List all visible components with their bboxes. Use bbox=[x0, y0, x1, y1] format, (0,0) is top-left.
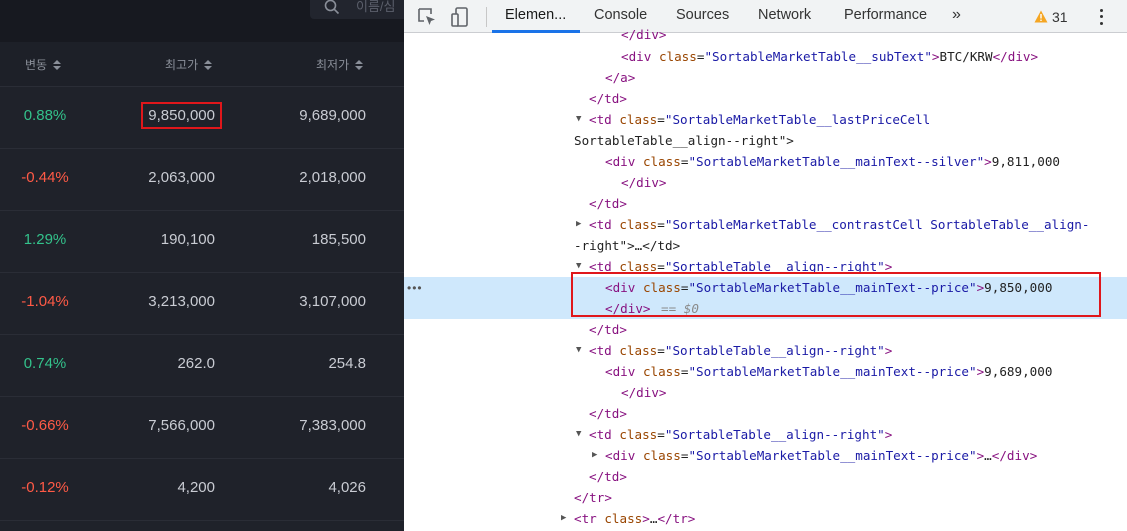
change-cell: -0.12% bbox=[21, 479, 69, 496]
dom-line[interactable]: </td> bbox=[404, 193, 1127, 214]
change-cell: 0.88% bbox=[23, 107, 67, 124]
dom-line[interactable]: SortableTable__align--right"> bbox=[404, 130, 1127, 151]
high-price-cell: 7,566,000 bbox=[148, 417, 215, 434]
elements-tree: </div> <div class="SortableMarketTable__… bbox=[404, 27, 1127, 531]
high-price-cell: 3,213,000 bbox=[148, 293, 215, 310]
sort-icon bbox=[53, 59, 62, 70]
sort-icon bbox=[204, 59, 213, 70]
dom-line-code: </td> bbox=[589, 322, 627, 337]
change-cell: -1.04% bbox=[21, 293, 69, 310]
table-row[interactable]: 0.74% 262.0 254.8 bbox=[0, 335, 404, 397]
market-table-panel: 이름/심 변동 최고가 최저가 0.88% 9,850,000 9,689,00… bbox=[0, 0, 404, 531]
dom-line-code: SortableTable__align--right"> bbox=[574, 133, 794, 148]
dom-line[interactable]: -right">…</td> bbox=[404, 235, 1127, 256]
dom-line-code: </tr> bbox=[574, 490, 612, 505]
dom-line[interactable]: <div class="SortableMarketTable__mainTex… bbox=[404, 361, 1127, 382]
table-row[interactable]: -1.04% 3,213,000 3,107,000 bbox=[0, 273, 404, 335]
node-actions-icon[interactable]: ••• bbox=[407, 281, 423, 295]
dom-line[interactable]: <div class="SortableMarketTable__subText… bbox=[404, 46, 1127, 67]
expand-triangle-icon[interactable]: ▼ bbox=[576, 340, 586, 361]
change-cell: -0.44% bbox=[21, 169, 69, 186]
dom-line[interactable]: </td> bbox=[404, 88, 1127, 109]
expand-triangle-icon[interactable]: ▼ bbox=[576, 109, 586, 130]
dom-line-code: <td class="SortableMarketTable__lastPric… bbox=[589, 112, 931, 127]
dom-line[interactable]: </td> bbox=[404, 403, 1127, 424]
dom-line-code: </a> bbox=[605, 70, 636, 85]
highlight-box bbox=[571, 272, 1101, 317]
header-high[interactable]: 최고가 bbox=[165, 42, 213, 87]
dom-line[interactable]: </td> bbox=[404, 319, 1127, 340]
dom-line-code: <div class="SortableMarketTable__mainTex… bbox=[605, 364, 1053, 379]
dom-line[interactable]: </div> bbox=[404, 172, 1127, 193]
change-cell: 1.29% bbox=[23, 231, 67, 248]
dom-line[interactable]: ▼ <td class="SortableMarketTable__lastPri… bbox=[404, 109, 1127, 130]
dom-line[interactable]: ▶ <div class="SortableMarketTable__mainTe… bbox=[404, 445, 1127, 466]
change-cell: -0.66% bbox=[21, 417, 69, 434]
dom-line-code: </td> bbox=[589, 91, 627, 106]
low-price-cell: 7,383,000 bbox=[299, 417, 366, 434]
dom-line[interactable]: ▼ <td class="SortableTable__align--right"… bbox=[404, 340, 1127, 361]
coin-search-input[interactable]: 이름/심 bbox=[310, 0, 404, 19]
dom-line-code: <td class="SortableTable__align--right"> bbox=[589, 343, 893, 358]
dom-line-code: <tr class>…</tr> bbox=[574, 511, 696, 526]
dom-line-code: </td> bbox=[589, 406, 627, 421]
low-price-cell: 4,026 bbox=[328, 479, 366, 496]
header-low[interactable]: 최저가 bbox=[316, 42, 364, 87]
dom-line[interactable]: </div> bbox=[404, 382, 1127, 403]
warning-icon bbox=[1034, 10, 1048, 23]
dom-line-code: <td class="SortableMarketTable__contrast… bbox=[589, 217, 1090, 232]
highlight-box bbox=[141, 102, 222, 129]
dom-line[interactable]: ▶ <td class="SortableMarketTable__contras… bbox=[404, 214, 1127, 235]
table-row[interactable]: -0.12% 4,200 4,026 bbox=[0, 459, 404, 521]
header-change[interactable]: 변동 bbox=[25, 42, 62, 87]
high-price-cell: 190,100 bbox=[160, 231, 215, 248]
low-price-cell: 3,107,000 bbox=[299, 293, 366, 310]
warning-count: 31 bbox=[1052, 8, 1068, 25]
high-price-cell: 262.0 bbox=[177, 355, 215, 372]
dom-line-code: <div class="SortableMarketTable__subText… bbox=[621, 49, 1039, 64]
search-placeholder: 이름/심 bbox=[356, 0, 396, 14]
low-price-cell: 2,018,000 bbox=[299, 169, 366, 186]
dom-line[interactable]: <div class="SortableMarketTable__mainTex… bbox=[404, 151, 1127, 172]
dom-line-code: </div> bbox=[621, 385, 667, 400]
table-row[interactable]: 1.29% 190,100 185,500 bbox=[0, 211, 404, 273]
table-header-row: 변동 최고가 최저가 bbox=[0, 42, 404, 87]
header-high-label: 최고가 bbox=[165, 58, 199, 72]
dom-line-code: </div> bbox=[621, 27, 667, 42]
collapse-triangle-icon[interactable]: ▶ bbox=[576, 214, 586, 235]
dom-line-code: <div class="SortableMarketTable__mainTex… bbox=[605, 448, 1038, 463]
collapse-triangle-icon[interactable]: ▶ bbox=[561, 508, 571, 529]
dom-line-code: -right">…</td> bbox=[574, 238, 681, 253]
dom-line[interactable]: ▼ <td class="SortableTable__align--right"… bbox=[404, 424, 1127, 445]
screen: 이름/심 변동 최고가 최저가 0.88% 9,850,000 9,689,00… bbox=[0, 0, 1127, 531]
header-change-label: 변동 bbox=[25, 58, 48, 72]
high-price-cell: 4,200 bbox=[177, 479, 215, 496]
high-price-cell: 2,063,000 bbox=[148, 169, 215, 186]
table-row[interactable]: -0.66% 7,566,000 7,383,000 bbox=[0, 397, 404, 459]
dom-line[interactable]: </a> bbox=[404, 67, 1127, 88]
table-body: 0.88% 9,850,000 9,689,000 -0.44% 2,063,0… bbox=[0, 87, 404, 521]
dom-line[interactable]: </div> bbox=[404, 24, 1127, 45]
dom-line-code: </div> bbox=[621, 175, 667, 190]
expand-triangle-icon[interactable]: ▼ bbox=[576, 424, 586, 445]
dom-line[interactable]: </tr> bbox=[404, 487, 1127, 508]
low-price-cell: 9,689,000 bbox=[299, 107, 366, 124]
low-price-cell: 254.8 bbox=[328, 355, 366, 372]
low-price-cell: 185,500 bbox=[311, 231, 366, 248]
collapse-triangle-icon[interactable]: ▶ bbox=[592, 445, 602, 466]
devtools-panel: Elemen... Console Sources Network Perfor… bbox=[404, 0, 1127, 531]
dom-line-code: </td> bbox=[589, 469, 627, 484]
dom-line-code: </td> bbox=[589, 196, 627, 211]
dom-line[interactable]: </td> bbox=[404, 466, 1127, 487]
dom-line-code: <td class="SortableTable__align--right"> bbox=[589, 427, 893, 442]
dom-line-code: <div class="SortableMarketTable__mainTex… bbox=[605, 154, 1060, 169]
header-low-label: 최저가 bbox=[316, 58, 350, 72]
dom-line[interactable]: ▶ <tr class>…</tr> bbox=[404, 508, 1127, 529]
table-row[interactable]: -0.44% 2,063,000 2,018,000 bbox=[0, 149, 404, 211]
sort-icon bbox=[355, 59, 364, 70]
change-cell: 0.74% bbox=[23, 355, 67, 372]
search-icon bbox=[324, 0, 340, 15]
